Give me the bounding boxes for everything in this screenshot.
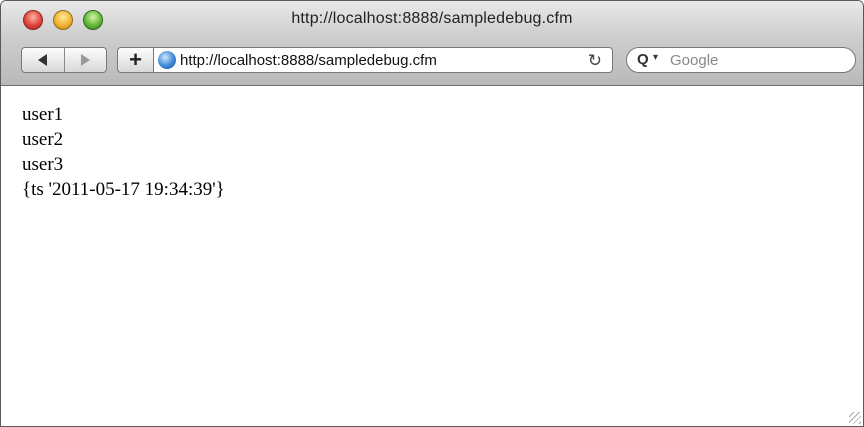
search-dropdown-caret-icon[interactable]: ▾ (653, 52, 658, 63)
output-line-user1: user1 (22, 104, 64, 125)
output-line-user3: user3 (22, 154, 64, 175)
search-placeholder[interactable]: Google (670, 52, 718, 69)
forward-arrow-icon (80, 54, 90, 66)
page-content: user1 user2 user3 {ts '2011-05-17 19:34:… (1, 86, 863, 426)
window-title: http://localhost:8888/sampledebug.cfm (291, 10, 573, 27)
browser-chrome: http://localhost:8888/sampledebug.cfm + … (1, 1, 863, 86)
magnifier-icon: Q (637, 51, 649, 68)
title-bar: http://localhost:8888/sampledebug.cfm (1, 1, 863, 39)
resize-grip[interactable] (849, 412, 861, 424)
add-bookmark-button[interactable]: + (117, 47, 153, 73)
toolbar: + http://localhost:8888/sampledebug.cfm … (1, 41, 863, 81)
back-button[interactable] (22, 48, 64, 72)
address-bar-url[interactable]: http://localhost:8888/sampledebug.cfm (180, 52, 437, 69)
forward-button[interactable] (63, 48, 107, 72)
output-line-timestamp: {ts '2011-05-17 19:34:39'} (22, 179, 225, 200)
browser-window: http://localhost:8888/sampledebug.cfm + … (0, 0, 864, 427)
reload-icon[interactable]: ↻ (588, 51, 602, 71)
address-bar[interactable]: http://localhost:8888/sampledebug.cfm ↻ (153, 47, 613, 73)
output-line-user2: user2 (22, 129, 64, 150)
search-field[interactable]: Q ▾ Google (626, 47, 856, 73)
back-arrow-icon (38, 54, 48, 66)
nav-buttons (21, 47, 107, 73)
globe-icon (158, 51, 176, 69)
